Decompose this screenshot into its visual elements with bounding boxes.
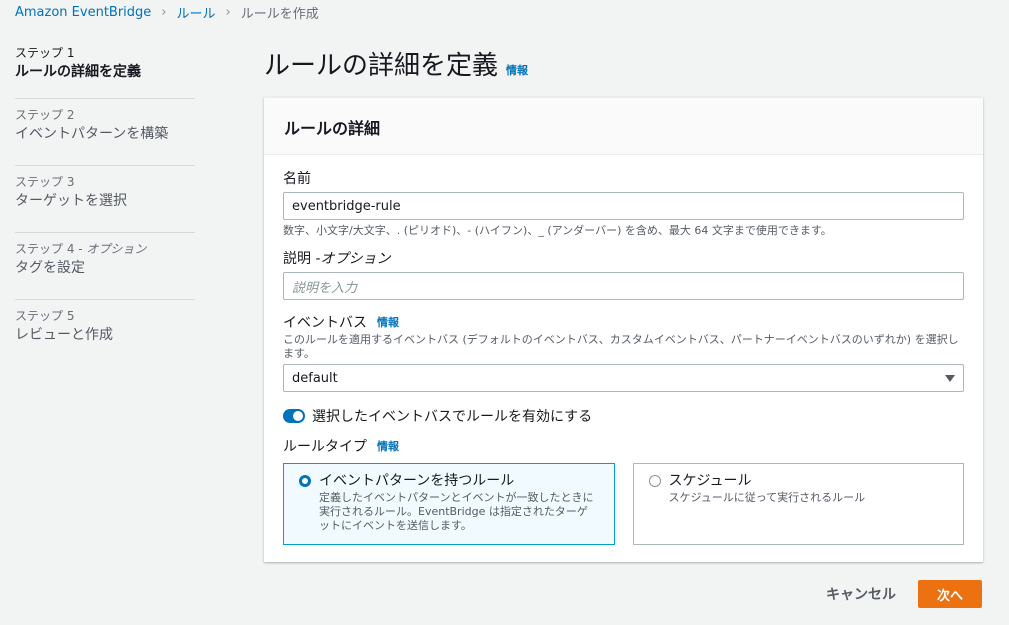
page-info-link[interactable]: 情報	[506, 62, 528, 78]
rule-type-info-link[interactable]: 情報	[377, 437, 399, 457]
rule-type-event-pattern-tile[interactable]: イベントパターンを持つルール 定義したイベントパターンとイベントが一致したときに…	[283, 463, 615, 545]
step-number: ステップ 5	[15, 309, 75, 323]
wizard-step-5[interactable]: ステップ 5 レビューと作成	[15, 300, 195, 367]
description-optional-label: オプション	[320, 251, 391, 267]
rule-type-label: ルールタイプ 情報	[283, 437, 964, 457]
tile-title: スケジュール	[668, 473, 752, 489]
next-button[interactable]: 次へ	[918, 580, 982, 608]
step-number: ステップ 3	[15, 175, 75, 189]
wizard-step-1: ステップ 1 ルールの詳細を定義	[15, 40, 195, 99]
name-label: 名前	[283, 169, 964, 189]
tile-title: イベントパターンを持つルール	[319, 473, 515, 489]
step-label: イベントパターンを構築	[15, 126, 169, 142]
event-bus-hint: このルールを適用するイベントバス (デフォルトのイベントバス、カスタムイベントバ…	[283, 333, 959, 360]
event-bus-select[interactable]: default	[283, 364, 964, 392]
event-bus-label: イベントバス 情報	[283, 313, 964, 333]
radio-checked-icon[interactable]	[299, 475, 311, 487]
step-label: ルールの詳細を定義	[15, 64, 141, 80]
step-number: ステップ 1	[15, 46, 75, 60]
cancel-button[interactable]: キャンセル	[823, 580, 899, 608]
card-header: ルールの詳細	[264, 98, 983, 155]
page-header: ルールの詳細を定義 情報	[264, 45, 528, 82]
rule-details-card: ルールの詳細 名前 eventbridge-rule 数字、小文字/大文字、. …	[264, 97, 983, 562]
step-number-text: ステップ 4 -	[15, 242, 87, 256]
wizard-step-2[interactable]: ステップ 2 イベントパターンを構築	[15, 99, 195, 166]
breadcrumb-current: ルールを作成	[240, 7, 319, 22]
wizard-step-4[interactable]: ステップ 4 - オプション タグを設定	[15, 233, 195, 300]
step-number: ステップ 4 - オプション	[15, 240, 195, 258]
name-hint: 数字、小文字/大文字、. (ピリオド)、- (ハイフン)、_ (アンダーバー) …	[283, 224, 832, 237]
tile-description: スケジュールに従って実行されるルール	[668, 491, 866, 504]
tile-description: 定義したイベントパターンとイベントが一致したときに実行されるルール。EventB…	[319, 491, 594, 532]
chevron-right-icon: ›	[161, 5, 167, 20]
enable-rule-toggle-label: 選択したイベントバスでルールを有効にする	[312, 409, 593, 425]
step-label: タグを設定	[15, 260, 85, 276]
step-number: ステップ 2	[15, 108, 75, 122]
tile-content: スケジュール スケジュールに従って実行されるルール	[669, 472, 866, 505]
breadcrumb: Amazon EventBridge › ルール › ルールを作成	[15, 3, 319, 22]
name-input[interactable]: eventbridge-rule	[283, 192, 964, 220]
page-title: ルールの詳細を定義	[264, 51, 499, 81]
description-label-text: 説明 -	[283, 251, 321, 267]
chevron-right-icon: ›	[225, 5, 231, 20]
enable-rule-toggle-row: 選択したイベントバスでルールを有効にする	[283, 406, 964, 426]
enable-rule-toggle[interactable]	[283, 409, 305, 423]
event-bus-info-link[interactable]: 情報	[377, 313, 399, 333]
rule-type-schedule-tile[interactable]: スケジュール スケジュールに従って実行されるルール	[632, 463, 964, 545]
wizard-step-3[interactable]: ステップ 3 ターゲットを選択	[15, 166, 195, 233]
name-label-text: 名前	[283, 171, 311, 187]
event-bus-label-text: イベントバス	[283, 315, 367, 331]
tile-content: イベントパターンを持つルール 定義したイベントパターンとイベントが一致したときに…	[319, 472, 599, 533]
caret-down-icon	[945, 374, 955, 382]
description-input[interactable]: 説明を入力	[283, 272, 964, 300]
description-label: 説明 - オプション	[283, 249, 964, 269]
breadcrumb-eventbridge-link[interactable]: Amazon EventBridge	[15, 5, 151, 20]
step-optional-label: オプション	[86, 242, 147, 256]
card-title: ルールの詳細	[284, 119, 381, 138]
step-label: ターゲットを選択	[15, 193, 127, 209]
rule-type-tiles: イベントパターンを持つルール 定義したイベントパターンとイベントが一致したときに…	[283, 463, 964, 545]
rule-type-label-text: ルールタイプ	[283, 439, 367, 455]
wizard-steps: ステップ 1 ルールの詳細を定義 ステップ 2 イベントパターンを構築 ステップ…	[15, 40, 195, 367]
radio-unchecked-icon[interactable]	[648, 475, 661, 487]
event-bus-selected-value: default	[292, 370, 338, 386]
step-label: レビューと作成	[15, 327, 113, 343]
card-body: 名前 eventbridge-rule 数字、小文字/大文字、. (ピリオド)、…	[264, 155, 983, 545]
breadcrumb-rules-link[interactable]: ルール	[177, 3, 216, 22]
